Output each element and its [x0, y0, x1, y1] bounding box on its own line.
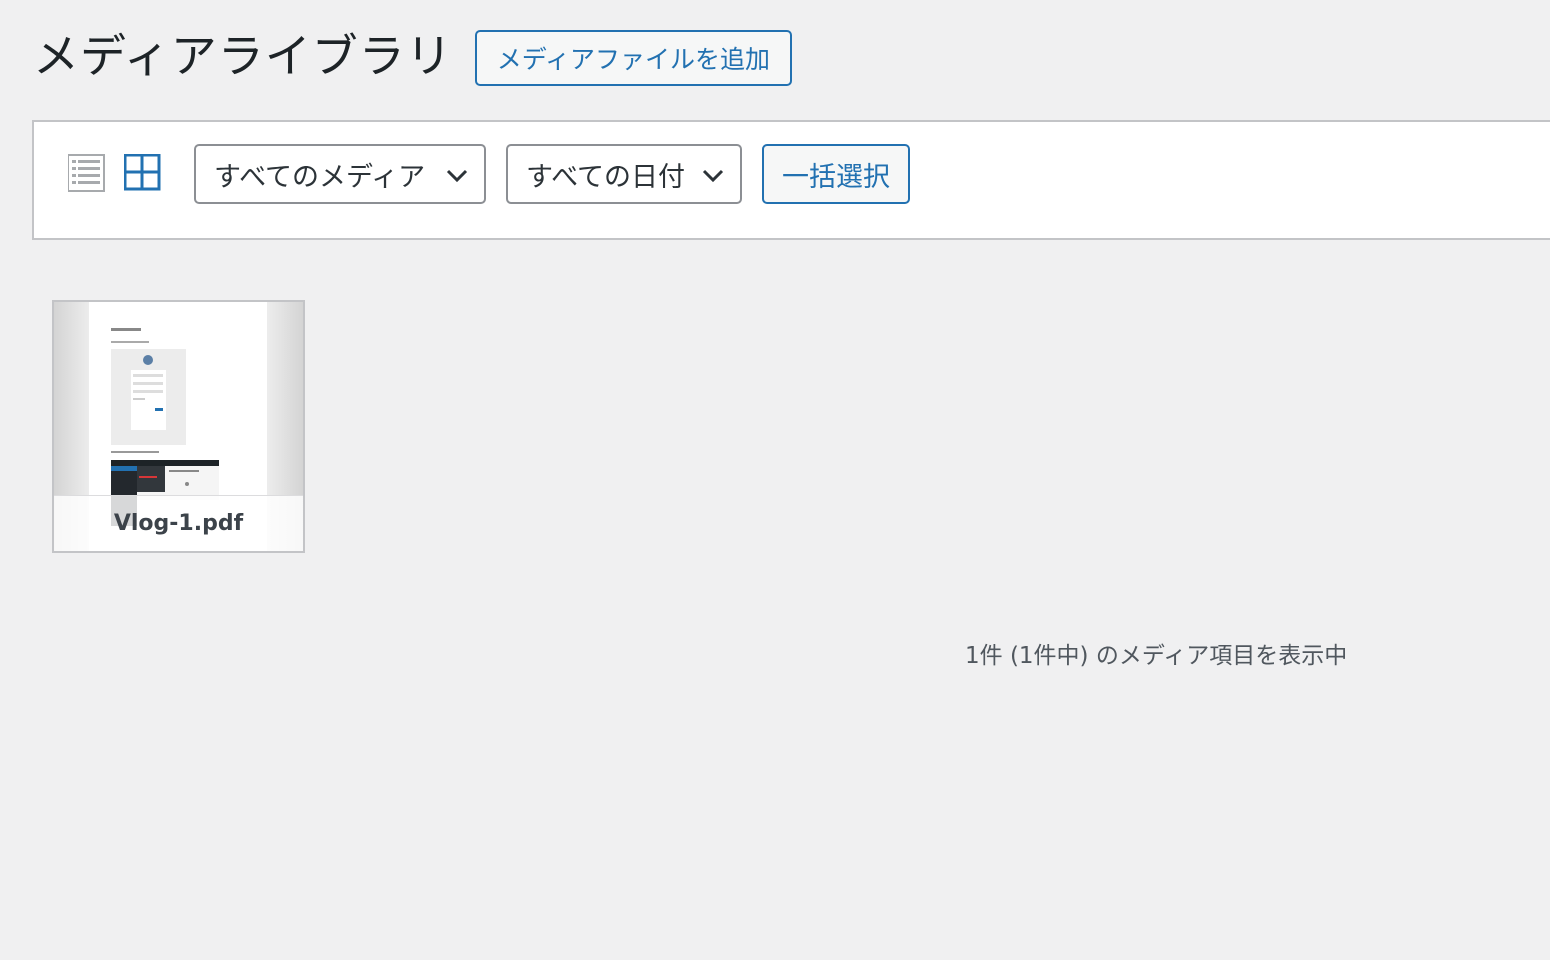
chevron-down-icon [702, 169, 724, 183]
media-type-filter-value: すべてのメディア [214, 161, 426, 193]
media-toolbar: すべてのメディア すべての日付 一括選択 [32, 120, 1550, 240]
date-filter-value: すべての日付 [526, 161, 686, 193]
page-header: メディアライブラリ メディアファイルを追加 [33, 26, 793, 86]
media-count-status: 1件 (1件中) のメディア項目を表示中 [965, 643, 1348, 669]
list-view-icon[interactable] [67, 154, 108, 194]
chevron-down-icon [446, 169, 468, 183]
attachment-filename: Vlog-1.pdf [54, 495, 303, 551]
media-type-filter[interactable]: すべてのメディア [194, 144, 486, 204]
grid-view-icon[interactable] [123, 153, 164, 194]
attachment-item[interactable]: Vlog-1.pdf [52, 300, 305, 553]
date-filter[interactable]: すべての日付 [506, 144, 742, 204]
add-media-file-button[interactable]: メディアファイルを追加 [474, 30, 793, 86]
page-title: メディアライブラリ [33, 29, 453, 83]
bulk-select-button[interactable]: 一括選択 [762, 144, 910, 204]
